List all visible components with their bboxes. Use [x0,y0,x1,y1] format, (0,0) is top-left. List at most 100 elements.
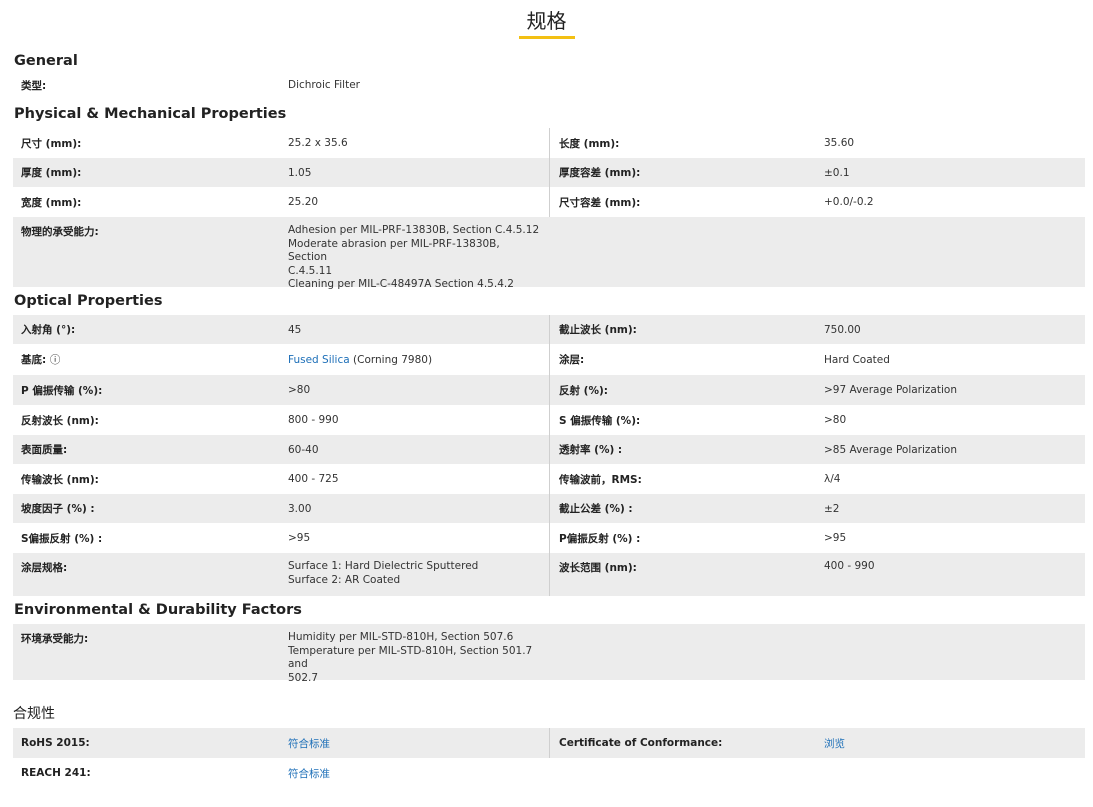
spec-value: 400 - 990 [824,560,875,572]
section-heading-physical: Physical & Mechanical Properties [14,106,287,122]
durability-line: C.4.5.11 [288,264,333,277]
spec-value: ±0.1 [824,166,850,179]
coating-spec-line: Surface 1: Hard Dielectric Sputtered [288,560,479,572]
spec-label: 宽度 (mm): [21,196,82,209]
spec-label: 涂层规格: [21,562,68,574]
spec-label: 入射角 (°): [21,324,76,336]
spec-value: 400 - 725 [288,473,339,485]
spec-value: 3.00 [288,502,312,515]
table-row: 入射角 (°): 45 截止波长 (nm): 750.00 [13,315,1085,344]
table-row: RoHS 2015: 符合标准 Certificate of Conforman… [13,728,1085,758]
table-row: 基底: ⓘ Fused Silica (Corning 7980) 涂层: Ha… [13,344,1085,375]
table-row: 反射波长 (nm): 800 - 990 S 偏振传输 (%): >80 [13,405,1085,435]
spec-page: 规格 General 类型: Dichroic Filter Physical … [0,0,1093,807]
table-row: 物理的承受能力: Adhesion per MIL-PRF-13830B, Se… [13,217,1085,290]
spec-value: >80 [824,414,847,426]
info-icon[interactable]: ⓘ [50,352,61,367]
spec-label: P 偏振传输 (%): [21,384,103,397]
title-area: 规格 [0,0,1093,44]
section-heading-compliance: 合规性 [13,706,55,722]
optical-section: Optical Properties 入射角 (°): 45 截止波长 (nm)… [13,287,1085,596]
fused-silica-link[interactable]: Fused Silica [288,354,350,366]
spec-label: REACH 241: [21,767,91,779]
spec-label: P偏振反射 (%) : [549,523,816,553]
substrate-label: 基底: [21,354,47,366]
coating-spec-line: Surface 2: AR Coated [288,573,401,586]
spec-value: λ/4 [824,473,841,485]
compliance-section: 合规性 RoHS 2015: 符合标准 Certificate of Confo… [13,680,1085,788]
table-row: P 偏振传输 (%): >80 反射 (%): >97 Average Pola… [13,375,1085,405]
spec-value: >85 Average Polarization [824,443,957,456]
rohs-compliant-link[interactable]: 符合标准 [288,736,330,751]
spec-value: +0.0/-0.2 [824,196,874,208]
environmental-line: Humidity per MIL-STD-810H, Section 507.6 [288,631,514,643]
spec-label: 厚度 (mm): [21,167,82,179]
spec-value: 750.00 [824,323,861,336]
table-row: 表面质量: 60-40 透射率 (%) : >85 Average Polari… [13,435,1085,464]
spec-label: 尺寸 (mm): [21,137,82,150]
spec-value: Hard Coated [824,353,890,366]
table-row: 坡度因子 (%) : 3.00 截止公差 (%) : ±2 [13,494,1085,523]
table-row: S偏振反射 (%) : >95 P偏振反射 (%) : >95 [13,523,1085,553]
spec-value-multiline: Humidity per MIL-STD-810H, Section 507.6… [280,624,549,684]
physical-section: Physical & Mechanical Properties 尺寸 (mm)… [13,100,1085,290]
spec-label: 类型: [21,79,47,92]
durability-line: Moderate abrasion per MIL-PRF-13830B, Se… [288,237,500,264]
table-row: 尺寸 (mm): 25.2 x 35.6 长度 (mm): 35.60 [13,128,1085,158]
environmental-section: Environmental & Durability Factors 环境承受能… [13,596,1085,684]
spec-label: 传输波前，RMS: [549,464,816,494]
table-row: REACH 241: 符合标准 [13,758,1085,788]
coc-view-link[interactable]: 浏览 [824,736,845,751]
spec-label: 透射率 (%) : [549,435,816,464]
spec-value-substrate: Fused Silica (Corning 7980) [280,344,549,375]
spec-label: 涂层: [549,344,816,375]
spec-value: 符合标准 [280,728,549,758]
spec-label: 尺寸容差 (mm): [549,187,816,217]
spec-label: 长度 (mm): [549,128,816,158]
spec-label: 波长范围 (nm): [549,553,816,596]
section-heading-general: General [14,53,78,69]
spec-label: 传输波长 (nm): [21,473,99,486]
spec-label: RoHS 2015: [21,737,90,749]
general-section: General 类型: Dichroic Filter [13,52,1085,100]
spec-value: Dichroic Filter [288,79,360,91]
spec-value-multiline: Surface 1: Hard Dielectric Sputtered Sur… [280,553,549,596]
spec-value: 45 [288,323,302,336]
spec-value: 25.20 [288,196,319,208]
section-heading-optical: Optical Properties [14,293,163,309]
table-row: 类型: Dichroic Filter [13,70,1085,100]
table-row: 传输波长 (nm): 400 - 725 传输波前，RMS: λ/4 [13,464,1085,494]
page-title: 规格 [518,8,575,39]
table-row: 厚度 (mm): 1.05 厚度容差 (mm): ±0.1 [13,158,1085,187]
spec-value: 800 - 990 [288,414,339,426]
spec-label-substrate: 基底: ⓘ [13,344,280,375]
environmental-line: Temperature per MIL-STD-810H, Section 50… [288,644,533,671]
spec-value-multiline: Adhesion per MIL-PRF-13830B, Section C.4… [280,217,549,290]
spec-label: 表面质量: [21,444,68,456]
spec-value: >97 Average Polarization [824,384,957,396]
spec-value: 1.05 [288,166,312,179]
spec-value: 25.2 x 35.6 [288,137,348,149]
spec-value: ±2 [824,502,840,515]
spec-value: >95 [824,532,847,544]
spec-value: >80 [288,384,311,396]
spec-label: 反射 (%): [549,375,816,405]
spec-label: 坡度因子 (%) : [21,503,95,515]
spec-label: 截止波长 (nm): [549,315,816,344]
spec-label: S 偏振传输 (%): [549,405,816,435]
spec-label: 环境承受能力: [21,633,89,645]
table-row: 涂层规格: Surface 1: Hard Dielectric Sputter… [13,553,1085,596]
spec-value: 浏览 [816,728,1085,758]
spec-label: Certificate of Conformance: [549,728,816,758]
spec-value: 35.60 [824,137,855,149]
spec-value: 60-40 [288,443,319,456]
durability-line: Adhesion per MIL-PRF-13830B, Section C.4… [288,224,540,236]
table-row: 宽度 (mm): 25.20 尺寸容差 (mm): +0.0/-0.2 [13,187,1085,217]
environmental-line: 502.7 [288,671,319,684]
reach-compliant-link[interactable]: 符合标准 [288,766,330,781]
spec-value: >95 [288,532,311,544]
spec-label: 物理的承受能力: [21,226,99,238]
spec-label: 反射波长 (nm): [21,414,99,427]
spec-label: 截止公差 (%) : [549,494,816,523]
spec-label: S偏振反射 (%) : [21,532,103,545]
